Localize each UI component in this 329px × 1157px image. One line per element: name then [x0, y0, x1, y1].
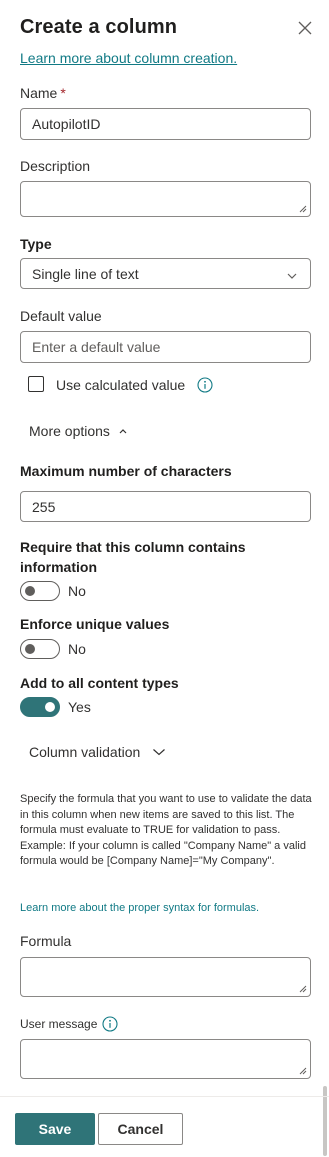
default-value-input[interactable]: Enter a default value: [20, 331, 311, 363]
column-validation-toggle[interactable]: Column validation: [29, 744, 166, 760]
more-options-label: More options: [29, 423, 110, 439]
type-label: Type: [20, 236, 52, 252]
chevron-up-icon: [119, 429, 127, 434]
require-info-label: Require that this column contains inform…: [20, 539, 246, 575]
description-label: Description: [20, 158, 91, 174]
learn-more-link[interactable]: Learn more about column creation.: [20, 50, 237, 66]
info-icon[interactable]: [102, 1016, 118, 1032]
calculated-value-label[interactable]: Use calculated value: [56, 377, 185, 393]
formula-textarea[interactable]: [20, 957, 311, 997]
max-chars-label: Maximum number of characters: [20, 463, 232, 479]
info-icon[interactable]: [197, 377, 213, 393]
require-info-label-line1: Require that this column contains: [20, 539, 246, 555]
default-value-label: Default value: [20, 308, 102, 324]
close-icon[interactable]: [296, 19, 314, 37]
add-all-label: Add to all content types: [20, 675, 179, 691]
chevron-down-icon: [287, 273, 297, 279]
enforce-unique-state: No: [68, 641, 86, 657]
resize-grip-icon[interactable]: [299, 1067, 307, 1075]
toggle-knob: [25, 644, 35, 654]
add-all-state: Yes: [68, 699, 91, 715]
add-all-toggle[interactable]: [20, 697, 60, 717]
formula-syntax-link[interactable]: Learn more about the proper syntax for f…: [20, 902, 259, 914]
name-label: Name *: [20, 85, 66, 101]
column-validation-label: Column validation: [29, 744, 141, 760]
cancel-button[interactable]: Cancel: [98, 1113, 183, 1145]
panel-title: Create a column: [20, 16, 178, 38]
max-chars-input[interactable]: 255: [20, 491, 311, 522]
type-selected-value: Single line of text: [32, 265, 139, 282]
required-asterisk: *: [60, 85, 66, 101]
calculated-value-checkbox[interactable]: [28, 376, 44, 392]
name-input-value: AutopilotID: [32, 116, 101, 132]
resize-grip-icon[interactable]: [299, 985, 307, 993]
resize-grip-icon[interactable]: [299, 205, 307, 213]
user-message-label: User message: [20, 1017, 98, 1031]
require-info-label-line2: information: [20, 559, 97, 575]
require-info-toggle[interactable]: [20, 581, 60, 601]
more-options-toggle[interactable]: More options: [29, 423, 128, 439]
user-message-textarea[interactable]: [20, 1039, 311, 1079]
name-label-text: Name: [20, 85, 58, 101]
toggle-knob: [25, 586, 35, 596]
require-info-state: No: [68, 583, 86, 599]
toggle-knob: [45, 702, 55, 712]
enforce-unique-toggle[interactable]: [20, 639, 60, 659]
default-value-placeholder: Enter a default value: [32, 339, 161, 355]
formula-label: Formula: [20, 933, 72, 949]
footer-divider: [0, 1096, 329, 1097]
name-input[interactable]: AutopilotID: [20, 108, 311, 140]
description-textarea[interactable]: [20, 181, 311, 217]
enforce-unique-label: Enforce unique values: [20, 616, 170, 632]
create-column-panel: Create a column Learn more about column …: [0, 0, 329, 1157]
type-dropdown[interactable]: Single line of text: [20, 258, 311, 289]
chevron-down-icon: [153, 749, 166, 756]
column-validation-description: Specify the formula that you want to use…: [20, 793, 312, 867]
max-chars-value: 255: [32, 498, 56, 515]
save-button[interactable]: Save: [15, 1113, 95, 1145]
